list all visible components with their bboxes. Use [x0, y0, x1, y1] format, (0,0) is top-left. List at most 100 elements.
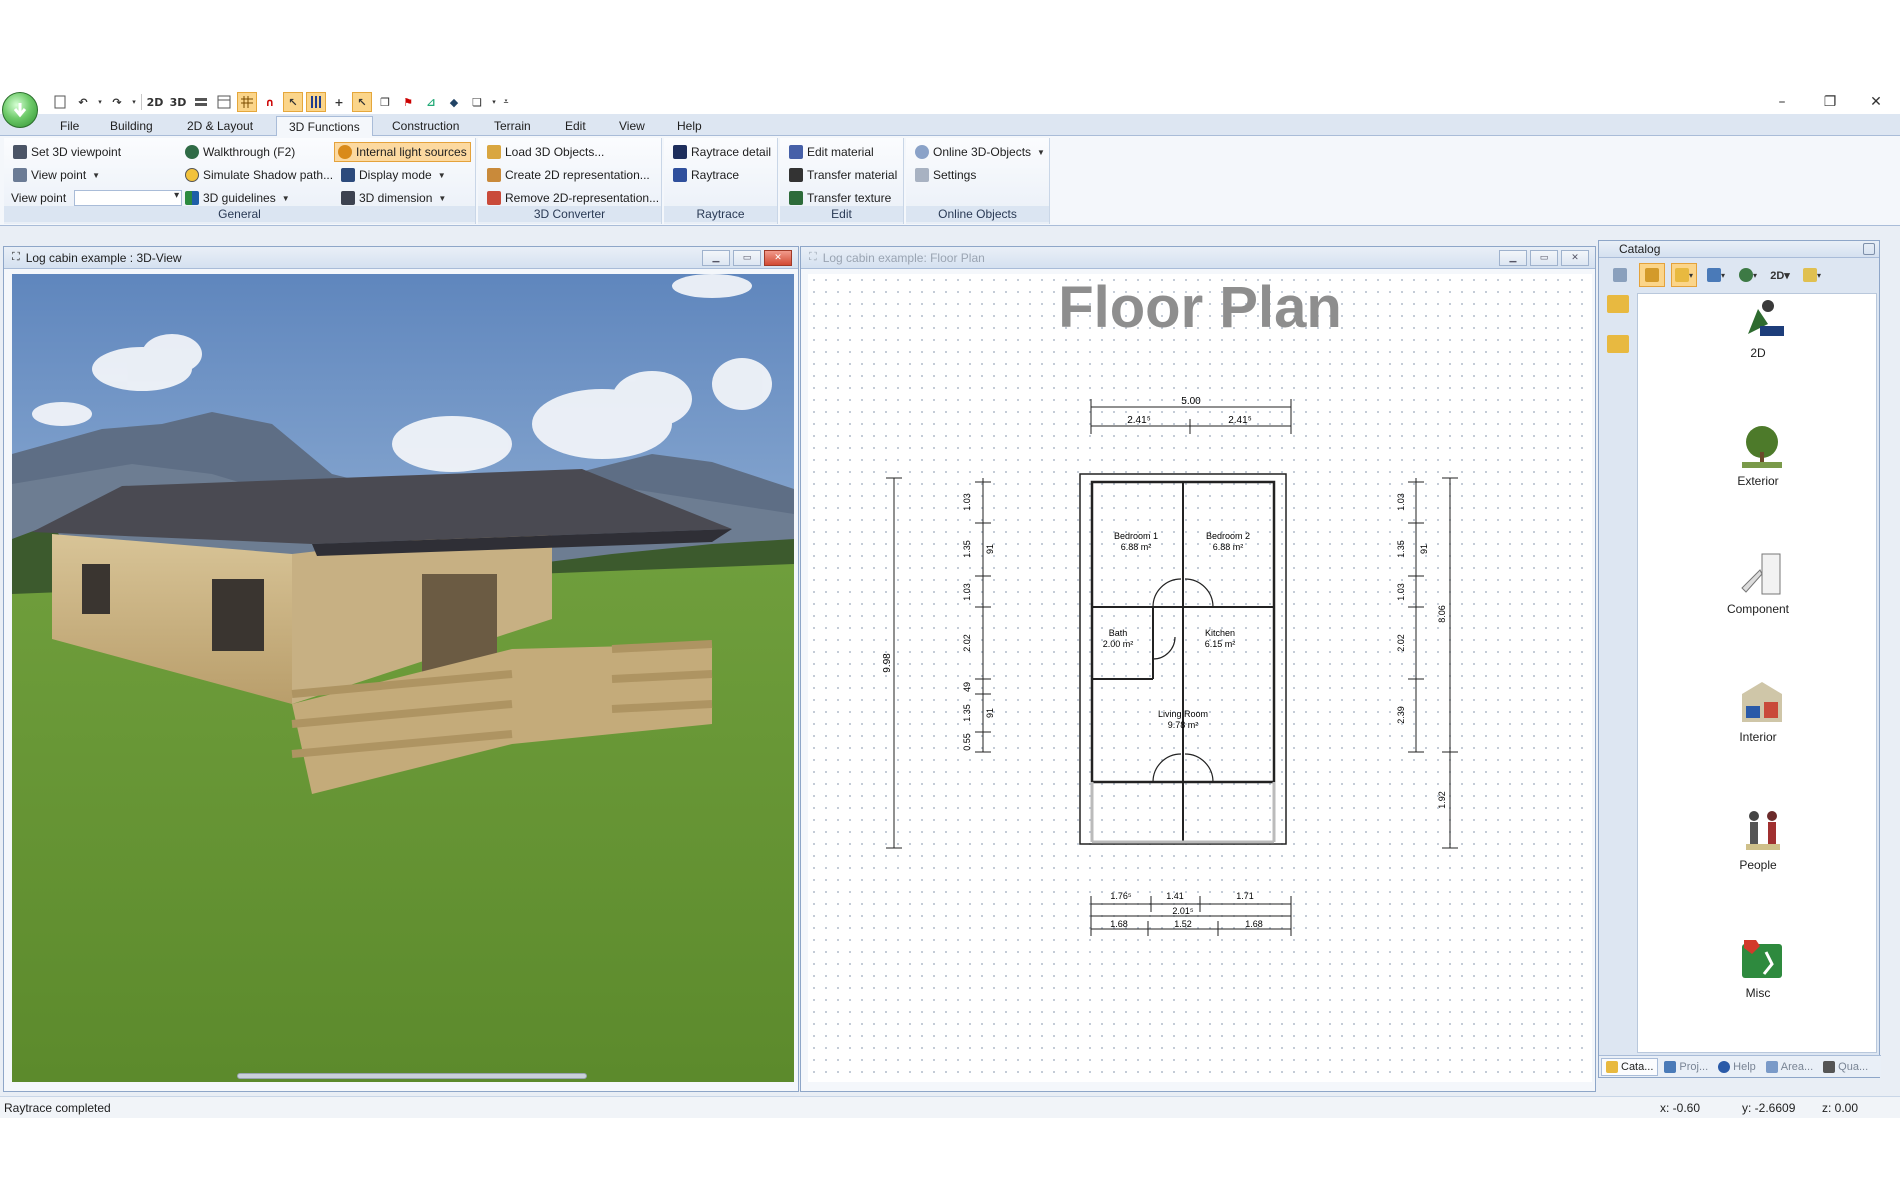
tab-2d-layout[interactable]: 2D & Layout — [175, 116, 265, 136]
copy-icon[interactable]: ❐ — [375, 92, 395, 112]
magnet-snap-icon[interactable]: ∩ — [260, 92, 280, 112]
catalog-globe-icon[interactable]: ▾ — [1735, 263, 1761, 287]
settings-button[interactable]: Settings — [912, 165, 979, 185]
tab-help[interactable]: Help — [665, 116, 714, 136]
transfer-texture-button[interactable]: Transfer texture — [786, 188, 894, 208]
3d-view-close-button[interactable]: ✕ — [764, 250, 792, 266]
restore-button[interactable]: ❐ — [1808, 90, 1852, 114]
raytrace-detail-button[interactable]: Raytrace detail — [670, 142, 774, 162]
tab-building[interactable]: Building — [98, 116, 165, 136]
3d-view-minimize-button[interactable]: ▁ — [702, 250, 730, 266]
select-tool-icon[interactable]: ↖ — [283, 92, 303, 112]
horizontal-scrollbar[interactable] — [237, 1073, 587, 1079]
layers-icon[interactable]: ❏ — [467, 92, 487, 112]
view-3d-button[interactable]: 3D — [168, 92, 188, 112]
catalog-item-component[interactable]: Component — [1638, 550, 1878, 650]
layers-dropdown-icon[interactable]: ▾ — [490, 92, 498, 112]
catalog-item-label: Interior — [1739, 730, 1777, 744]
3d-dimension-button[interactable]: 3D dimension ▼ — [338, 188, 449, 208]
catalog-layers-icon[interactable]: ▾ — [1703, 263, 1729, 287]
catalog-item-interior[interactable]: Interior — [1638, 678, 1878, 778]
floor-plan-close-button[interactable]: ✕ — [1561, 250, 1589, 266]
grid-icon[interactable] — [237, 92, 257, 112]
undo-icon[interactable]: ↶ — [73, 92, 93, 112]
coord-x: x: -0.60 — [1660, 1101, 1701, 1115]
catalog-item-2d[interactable]: 2D — [1638, 294, 1878, 394]
catalog-building-icon[interactable] — [1639, 263, 1665, 287]
tab-area[interactable]: Area... — [1762, 1058, 1817, 1076]
walkthrough-button[interactable]: Walkthrough (F2) — [182, 142, 298, 162]
catalog-item-misc[interactable]: Misc — [1638, 934, 1878, 1034]
redo-dropdown-icon[interactable]: ▾ — [130, 92, 138, 112]
view-point-select[interactable] — [74, 190, 183, 206]
columns-icon[interactable] — [306, 92, 326, 112]
create-2d-representation-button[interactable]: Create 2D representation... — [484, 165, 653, 185]
3d-render-viewport[interactable] — [12, 274, 794, 1082]
3d-view-maximize-button[interactable]: ▭ — [733, 250, 761, 266]
tab-terrain[interactable]: Terrain — [482, 116, 543, 136]
tab-catalog[interactable]: Cata... — [1601, 1057, 1659, 1076]
separator — [141, 94, 142, 110]
customize-qat-icon[interactable]: ⩡ — [501, 92, 511, 112]
load-3d-objects-button[interactable]: Load 3D Objects... — [484, 142, 607, 162]
set-3d-viewpoint-button[interactable]: Set 3D viewpoint — [10, 142, 124, 162]
catalog-folder-icon[interactable]: ▾ — [1671, 263, 1697, 287]
material-icon[interactable]: ◆ — [444, 92, 464, 112]
floor-plan-canvas[interactable]: Floor Plan 5.00 2.41⁵ 2.41⁵ Bedroom 1 6.… — [808, 274, 1592, 1082]
internal-light-sources-button[interactable]: Internal light sources — [334, 142, 471, 162]
tab-quantity[interactable]: Qua... — [1819, 1058, 1872, 1076]
floor-plan-maximize-button[interactable]: ▭ — [1530, 250, 1558, 266]
window-element-icon[interactable] — [214, 92, 234, 112]
catalog-folder-icon[interactable] — [1607, 335, 1629, 353]
light-bulb-icon — [338, 145, 352, 159]
minimize-button[interactable]: – — [1760, 90, 1804, 114]
crosshair-icon[interactable]: + — [329, 92, 349, 112]
measure-icon[interactable]: ⊿ — [421, 92, 441, 112]
group-raytrace-label: Raytrace — [664, 206, 777, 222]
set-3d-viewpoint-label: Set 3D viewpoint — [31, 145, 122, 159]
close-button[interactable]: ✕ — [1854, 90, 1898, 114]
dropdown-arrow-icon: ▼ — [92, 170, 101, 180]
catalog-back-icon[interactable] — [1607, 263, 1633, 287]
pointer-icon[interactable]: ↖ — [352, 92, 372, 112]
edit-material-button[interactable]: Edit material — [786, 142, 877, 162]
tab-help[interactable]: Help — [1714, 1058, 1760, 1076]
status-message: Raytrace completed — [4, 1101, 111, 1115]
floor-plan-controls: ▁ ▭ ✕ — [1499, 250, 1589, 266]
tab-file[interactable]: File — [48, 116, 91, 136]
tab-edit[interactable]: Edit — [553, 116, 598, 136]
floor-plan-minimize-button[interactable]: ▁ — [1499, 250, 1527, 266]
quantity-tab-icon — [1823, 1060, 1836, 1073]
remove-2d-label: Remove 2D-representation... — [505, 191, 660, 205]
catalog-folder-up-icon[interactable] — [1607, 295, 1629, 313]
simulate-shadow-button[interactable]: Simulate Shadow path... — [182, 165, 336, 185]
remove-2d-representation-button[interactable]: Remove 2D-representation... — [484, 188, 662, 208]
transfer-texture-label: Transfer texture — [807, 191, 892, 205]
group-edit-label: Edit — [780, 206, 903, 222]
people-icon — [1738, 806, 1786, 854]
redo-icon[interactable]: ↷ — [107, 92, 127, 112]
catalog-view-icon[interactable]: ▾ — [1799, 263, 1825, 287]
transfer-material-button[interactable]: Transfer material — [786, 165, 900, 185]
catalog-item-exterior[interactable]: Exterior — [1638, 422, 1878, 522]
dim-bottom-2c: 1.68 — [1245, 919, 1263, 929]
tab-view[interactable]: View — [607, 116, 657, 136]
pin-icon[interactable] — [1863, 243, 1875, 255]
tab-3d-functions[interactable]: 3D Functions — [276, 116, 373, 137]
wall-icon[interactable] — [191, 92, 211, 112]
display-mode-button[interactable]: Display mode ▼ — [338, 165, 449, 185]
undo-dropdown-icon[interactable]: ▾ — [96, 92, 104, 112]
online-3d-objects-button[interactable]: Online 3D-Objects ▼ — [912, 142, 1048, 162]
transfer-texture-icon — [789, 191, 803, 205]
new-file-icon[interactable] — [50, 92, 70, 112]
raytrace-button[interactable]: Raytrace — [670, 165, 742, 185]
catalog-item-people[interactable]: People — [1638, 806, 1878, 906]
flag-icon[interactable]: ⚑ — [398, 92, 418, 112]
tab-project[interactable]: Proj... — [1660, 1058, 1712, 1076]
view-2d-button[interactable]: 2D — [145, 92, 165, 112]
tab-construction[interactable]: Construction — [380, 116, 471, 136]
app-menu-orb[interactable] — [2, 92, 38, 128]
catalog-2d-icon[interactable]: 2D▾ — [1767, 263, 1793, 287]
view-point-menu[interactable]: View point ▼ — [10, 165, 103, 185]
3d-guidelines-button[interactable]: 3D guidelines ▼ — [182, 188, 293, 208]
